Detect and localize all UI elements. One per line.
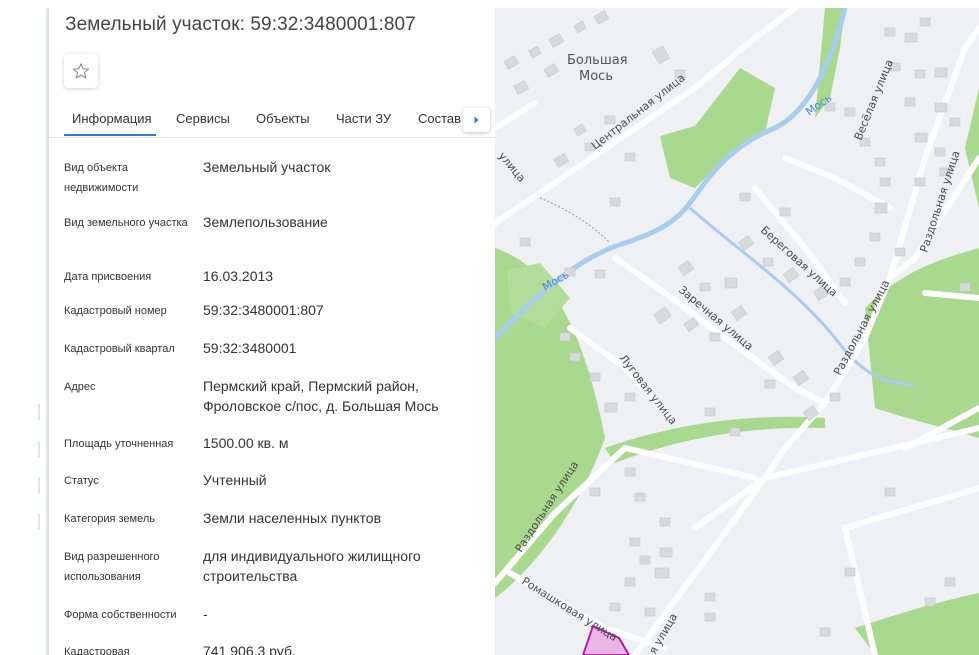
place-label-line2: Мось: [579, 69, 613, 84]
field-label-cadastral-quarter: Кадастровый квартал: [64, 343, 175, 355]
field-label-cadastral-number: Кадастровый номер: [64, 305, 167, 317]
field-value-cadastral-value: 741 906,3 руб.: [203, 643, 296, 655]
info-panel: Земельный участок: 59:32:3480001:807 Инф…: [49, 0, 495, 655]
edge-mark: [38, 442, 40, 458]
field-value-parcel-type: Землепользование: [203, 214, 328, 230]
field-label-status: Статус: [64, 475, 99, 487]
map-view[interactable]: Большая Мось Центральная улица Весёлая у…: [495, 8, 979, 655]
field-label-area: Площадь уточненная: [64, 438, 174, 450]
field-label-ownership: Форма собственности: [64, 609, 177, 621]
map-canvas[interactable]: Большая Мось Центральная улица Весёлая у…: [495, 8, 979, 655]
field-label-permitted-use: Вид разрешенного использования: [64, 551, 160, 583]
field-value-status: Учтенный: [203, 472, 267, 488]
field-label-address: Адрес: [64, 381, 96, 393]
field-value-object-type: Земельный участок: [203, 159, 331, 175]
field-value-address: Пермский край, Пермский район, Фроловско…: [203, 378, 439, 414]
field-label-land-category: Категория земель: [64, 513, 155, 525]
field-label-parcel-type: Вид земельного участка: [64, 217, 188, 229]
field-value-assign-date: 16.03.2013: [203, 268, 274, 284]
field-value-area: 1500.00 кв. м: [203, 435, 289, 451]
field-label-cadastral-value: Кадастровая: [64, 646, 130, 655]
info-table: Вид объекта недвижимости Земельный участ…: [49, 0, 495, 655]
field-value-land-category: Земли населенных пунктов: [203, 510, 382, 526]
field-value-ownership: -: [203, 606, 208, 622]
field-label-object-type: Вид объекта недвижимости: [64, 162, 139, 194]
field-value-cadastral-number: 59:32:3480001:807: [203, 302, 324, 318]
field-value-cadastral-quarter: 59:32:3480001: [203, 340, 297, 356]
field-value-permitted-use: для индивидуального жилищного строительс…: [203, 548, 421, 584]
place-label-line1: Большая: [567, 53, 628, 68]
edge-mark: [38, 477, 40, 493]
field-label-assign-date: Дата присвоения: [64, 271, 152, 283]
edge-mark: [38, 404, 40, 420]
edge-mark: [38, 514, 40, 530]
